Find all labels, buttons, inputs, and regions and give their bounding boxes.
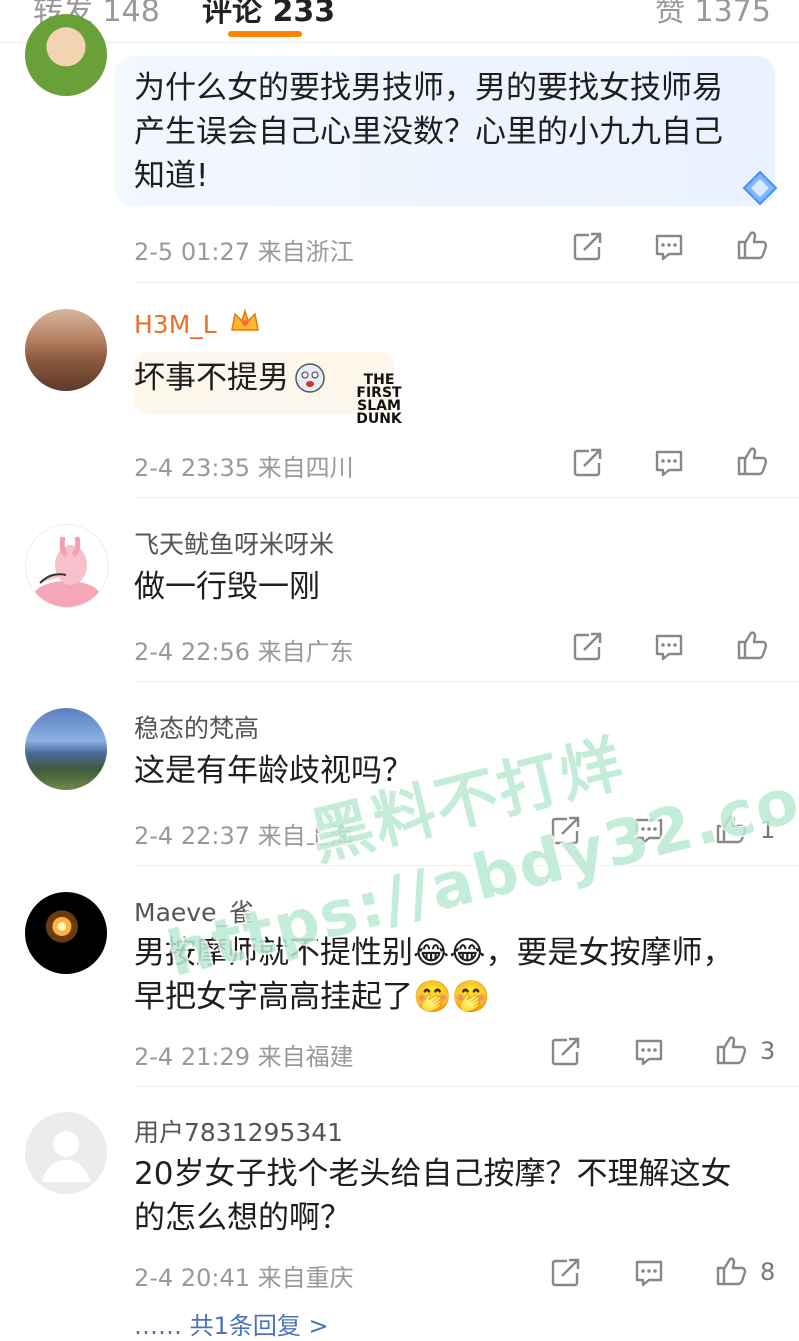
comment-text-line: 产生误会自己心里没数？心里的小九九自己 bbox=[134, 114, 723, 150]
divider bbox=[134, 497, 799, 498]
username[interactable]: 飞天鱿鱼呀米呀米 bbox=[134, 525, 334, 561]
avatar[interactable] bbox=[25, 1112, 107, 1194]
comment-meta: 2-4 21:29 来自福建 bbox=[134, 1043, 354, 1071]
comment-icon[interactable] bbox=[652, 446, 686, 480]
comment-text-line: 早把女字高高挂起了🤭🤭 bbox=[134, 979, 491, 1015]
like-icon[interactable] bbox=[735, 228, 769, 262]
divider bbox=[134, 282, 799, 283]
comment-tabs: 转发 148 评论 233 赞 1375 bbox=[0, 0, 799, 43]
divider bbox=[134, 1086, 799, 1087]
emoji-icon bbox=[294, 362, 326, 394]
slam-dunk-sticker: THE FIRST SLAM DUNK bbox=[356, 372, 402, 427]
comment-text-line: 为什么女的要找男技师，男的要找女技师易 bbox=[134, 70, 723, 106]
share-icon[interactable] bbox=[549, 1035, 583, 1069]
comment-text: 做一行毁一刚 bbox=[134, 569, 320, 605]
crown-vip-icon bbox=[229, 306, 261, 336]
comment-text-line: 知道! bbox=[134, 158, 209, 194]
divider bbox=[134, 681, 799, 682]
comment-icon[interactable] bbox=[632, 1256, 666, 1290]
username[interactable]: 稳态的梵高 bbox=[134, 709, 259, 745]
comment-text-line: 的怎么想的啊？ bbox=[134, 1200, 351, 1236]
like-count: 3 bbox=[760, 1037, 776, 1065]
like-icon[interactable] bbox=[735, 628, 769, 662]
view-replies-link[interactable]: …… 共1条回复 > bbox=[134, 1306, 329, 1341]
active-tab-indicator bbox=[228, 31, 302, 37]
comment-text: 坏事不提男 bbox=[134, 360, 289, 396]
username[interactable]: H3M_L bbox=[134, 310, 217, 339]
share-icon[interactable] bbox=[571, 230, 605, 264]
avatar[interactable] bbox=[25, 309, 107, 391]
avatar[interactable] bbox=[25, 708, 107, 790]
avatar[interactable] bbox=[25, 14, 107, 96]
share-icon[interactable] bbox=[549, 1256, 583, 1290]
tab-likes[interactable]: 赞 1375 bbox=[655, 0, 771, 30]
comment-meta: 2-4 23:35 来自四川 bbox=[134, 454, 354, 482]
username[interactable]: 用户7831295341 bbox=[134, 1113, 343, 1149]
tab-comments[interactable]: 评论 233 bbox=[202, 0, 335, 30]
comment-icon[interactable] bbox=[652, 230, 686, 264]
share-icon[interactable] bbox=[571, 630, 605, 664]
comment-meta: 2-4 20:41 来自重庆 bbox=[134, 1264, 354, 1292]
comment-icon[interactable] bbox=[652, 630, 686, 664]
comment-text-line: 20岁女子找个老头给自己按摩？不理解这女 bbox=[134, 1156, 732, 1192]
like-count: 8 bbox=[760, 1258, 776, 1286]
diamond-badge-icon bbox=[740, 168, 780, 208]
like-icon[interactable] bbox=[714, 1033, 748, 1067]
like-icon[interactable] bbox=[735, 444, 769, 478]
avatar[interactable] bbox=[25, 892, 107, 974]
comment-icon[interactable] bbox=[632, 1035, 666, 1069]
comment-meta: 2-4 22:56 来自广东 bbox=[134, 638, 354, 666]
avatar[interactable] bbox=[25, 524, 109, 608]
comment-meta: 2-5 01:27 来自浙江 bbox=[134, 238, 354, 266]
like-icon[interactable] bbox=[714, 1254, 748, 1288]
share-icon[interactable] bbox=[571, 446, 605, 480]
